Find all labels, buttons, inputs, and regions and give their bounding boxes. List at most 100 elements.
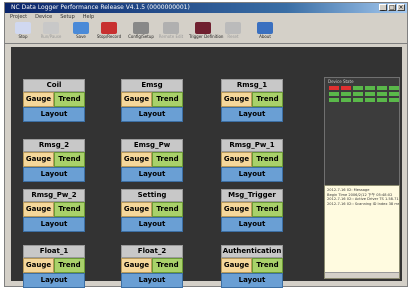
trend-button[interactable]: Trend (152, 92, 183, 107)
config-setup-label: Config/Setup (128, 34, 154, 39)
channel-name: Rmsg_2 (23, 139, 85, 152)
layout-button[interactable]: Layout (121, 167, 183, 182)
gauge-button[interactable]: Gauge (23, 202, 54, 217)
gauge-button[interactable]: Gauge (221, 152, 252, 167)
device-state-title: Device State (328, 79, 354, 84)
layout-button[interactable]: Layout (221, 167, 283, 182)
gauge-button[interactable]: Gauge (23, 258, 54, 273)
device-status-led (377, 92, 387, 96)
config-setup-button[interactable]: Config/Setup (127, 22, 155, 42)
stop-button[interactable]: Stop (9, 22, 37, 42)
channel-name: Emsg (121, 79, 183, 92)
channel-card-authentication: Authentication Gauge Trend Layout (221, 245, 283, 288)
trend-button[interactable]: Trend (152, 258, 183, 273)
device-status-led (389, 86, 399, 90)
device-status-led (353, 92, 363, 96)
channel-name: Rmsg_Pw_1 (221, 139, 283, 152)
channel-name: Float_1 (23, 245, 85, 258)
gauge-button[interactable]: Gauge (121, 92, 152, 107)
trend-button[interactable]: Trend (252, 92, 283, 107)
gauge-button[interactable]: Gauge (23, 152, 54, 167)
toolbar: Stop Run/Pause Save Stop/Record Config/Setup… (5, 21, 407, 44)
trend-button[interactable]: Trend (54, 92, 85, 107)
channel-card-emsg: Emsg Gauge Trend Layout (121, 79, 183, 122)
gauge-button[interactable]: Gauge (23, 92, 54, 107)
layout-button[interactable]: Layout (121, 107, 183, 122)
device-status-led (365, 92, 375, 96)
channel-name: Authentication (221, 245, 283, 258)
gauge-button[interactable]: Gauge (221, 92, 252, 107)
channel-card-msg-trigger: Msg_Trigger Gauge Trend Layout (221, 189, 283, 232)
layout-button[interactable]: Layout (121, 273, 183, 288)
trend-button[interactable]: Trend (54, 258, 85, 273)
device-status-led (377, 98, 387, 102)
gauge-button[interactable]: Gauge (221, 202, 252, 217)
remote-edit-button[interactable]: Remote Edit (157, 22, 185, 42)
trigger-definition-button[interactable]: Trigger Definition (189, 22, 224, 42)
close-button[interactable]: × (397, 4, 405, 11)
gauge-button[interactable]: Gauge (121, 202, 152, 217)
menu-setup[interactable]: Setup (60, 13, 75, 21)
device-status-led (341, 92, 351, 96)
log-panel: 2012-7-16 02: Message Begin Time 2006/2/… (324, 185, 400, 279)
channel-name: Float_2 (121, 245, 183, 258)
channel-name: Rmsg_Pw_2 (23, 189, 85, 202)
gauge-button[interactable]: Gauge (221, 258, 252, 273)
save-button[interactable]: Save (67, 22, 95, 42)
device-status-led (329, 98, 339, 102)
stop-record-icon (101, 22, 117, 34)
channel-name: Rmsg_1 (221, 79, 283, 92)
channel-card-emsg-pw: Emsg_Pw Gauge Trend Layout (121, 139, 183, 182)
trend-button[interactable]: Trend (252, 152, 283, 167)
menu-device[interactable]: Device (35, 13, 52, 21)
menu-bar: Project Device Setup Help (5, 13, 407, 21)
reset-button[interactable]: Reset (219, 22, 247, 42)
layout-button[interactable]: Layout (23, 107, 85, 122)
channel-card-coil: Coil Gauge Trend Layout (23, 79, 85, 122)
stop-record-button[interactable]: Stop/Record (95, 22, 123, 42)
layout-button[interactable]: Layout (221, 107, 283, 122)
trend-button[interactable]: Trend (252, 258, 283, 273)
maximize-button[interactable]: □ (388, 4, 396, 11)
channel-panel: Coil Gauge Trend Layout Emsg Gauge Trend Layout… (11, 47, 402, 288)
layout-button[interactable]: Layout (221, 273, 283, 288)
reset-icon (225, 22, 241, 34)
layout-button[interactable]: Layout (23, 217, 85, 232)
device-status-led (329, 92, 339, 96)
stop-record-label: Stop/Record (96, 34, 122, 39)
save-icon (73, 22, 89, 34)
trend-button[interactable]: Trend (252, 202, 283, 217)
config-setup-icon (133, 22, 149, 34)
trend-button[interactable]: Trend (54, 202, 85, 217)
stop-label: Stop (18, 34, 28, 39)
about-button[interactable]: About (251, 22, 279, 42)
channel-name: Msg_Trigger (221, 189, 283, 202)
menu-project[interactable]: Project (10, 13, 27, 21)
remote-edit-label: Remote Edit (158, 34, 184, 39)
menu-help[interactable]: Help (83, 13, 94, 21)
log-scrollbar[interactable] (325, 272, 399, 278)
run-pause-button[interactable]: Run/Pause (37, 22, 65, 42)
trigger-definition-label: Trigger Definition (189, 34, 224, 39)
channel-name: Emsg_Pw (121, 139, 183, 152)
run-pause-icon (43, 22, 59, 34)
gauge-button[interactable]: Gauge (121, 258, 152, 273)
trend-button[interactable]: Trend (54, 152, 85, 167)
save-label: Save (76, 34, 86, 39)
device-status-led (353, 86, 363, 90)
layout-button[interactable]: Layout (23, 167, 85, 182)
trend-button[interactable]: Trend (152, 152, 183, 167)
layout-button[interactable]: Layout (23, 273, 85, 288)
channel-card-rmsg-1: Rmsg_1 Gauge Trend Layout (221, 79, 283, 122)
device-status-led (365, 98, 375, 102)
device-status-led (353, 98, 363, 102)
layout-button[interactable]: Layout (121, 217, 183, 232)
app-window: NC Data Logger Performance Release V4.1.… (4, 2, 408, 288)
layout-button[interactable]: Layout (221, 217, 283, 232)
minimize-button[interactable]: _ (379, 4, 387, 11)
device-status-led (389, 92, 399, 96)
gauge-button[interactable]: Gauge (121, 152, 152, 167)
trend-button[interactable]: Trend (152, 202, 183, 217)
channel-card-float-2: Float_2 Gauge Trend Layout (121, 245, 183, 288)
window-title: NC Data Logger Performance Release V4.1.… (11, 4, 190, 11)
